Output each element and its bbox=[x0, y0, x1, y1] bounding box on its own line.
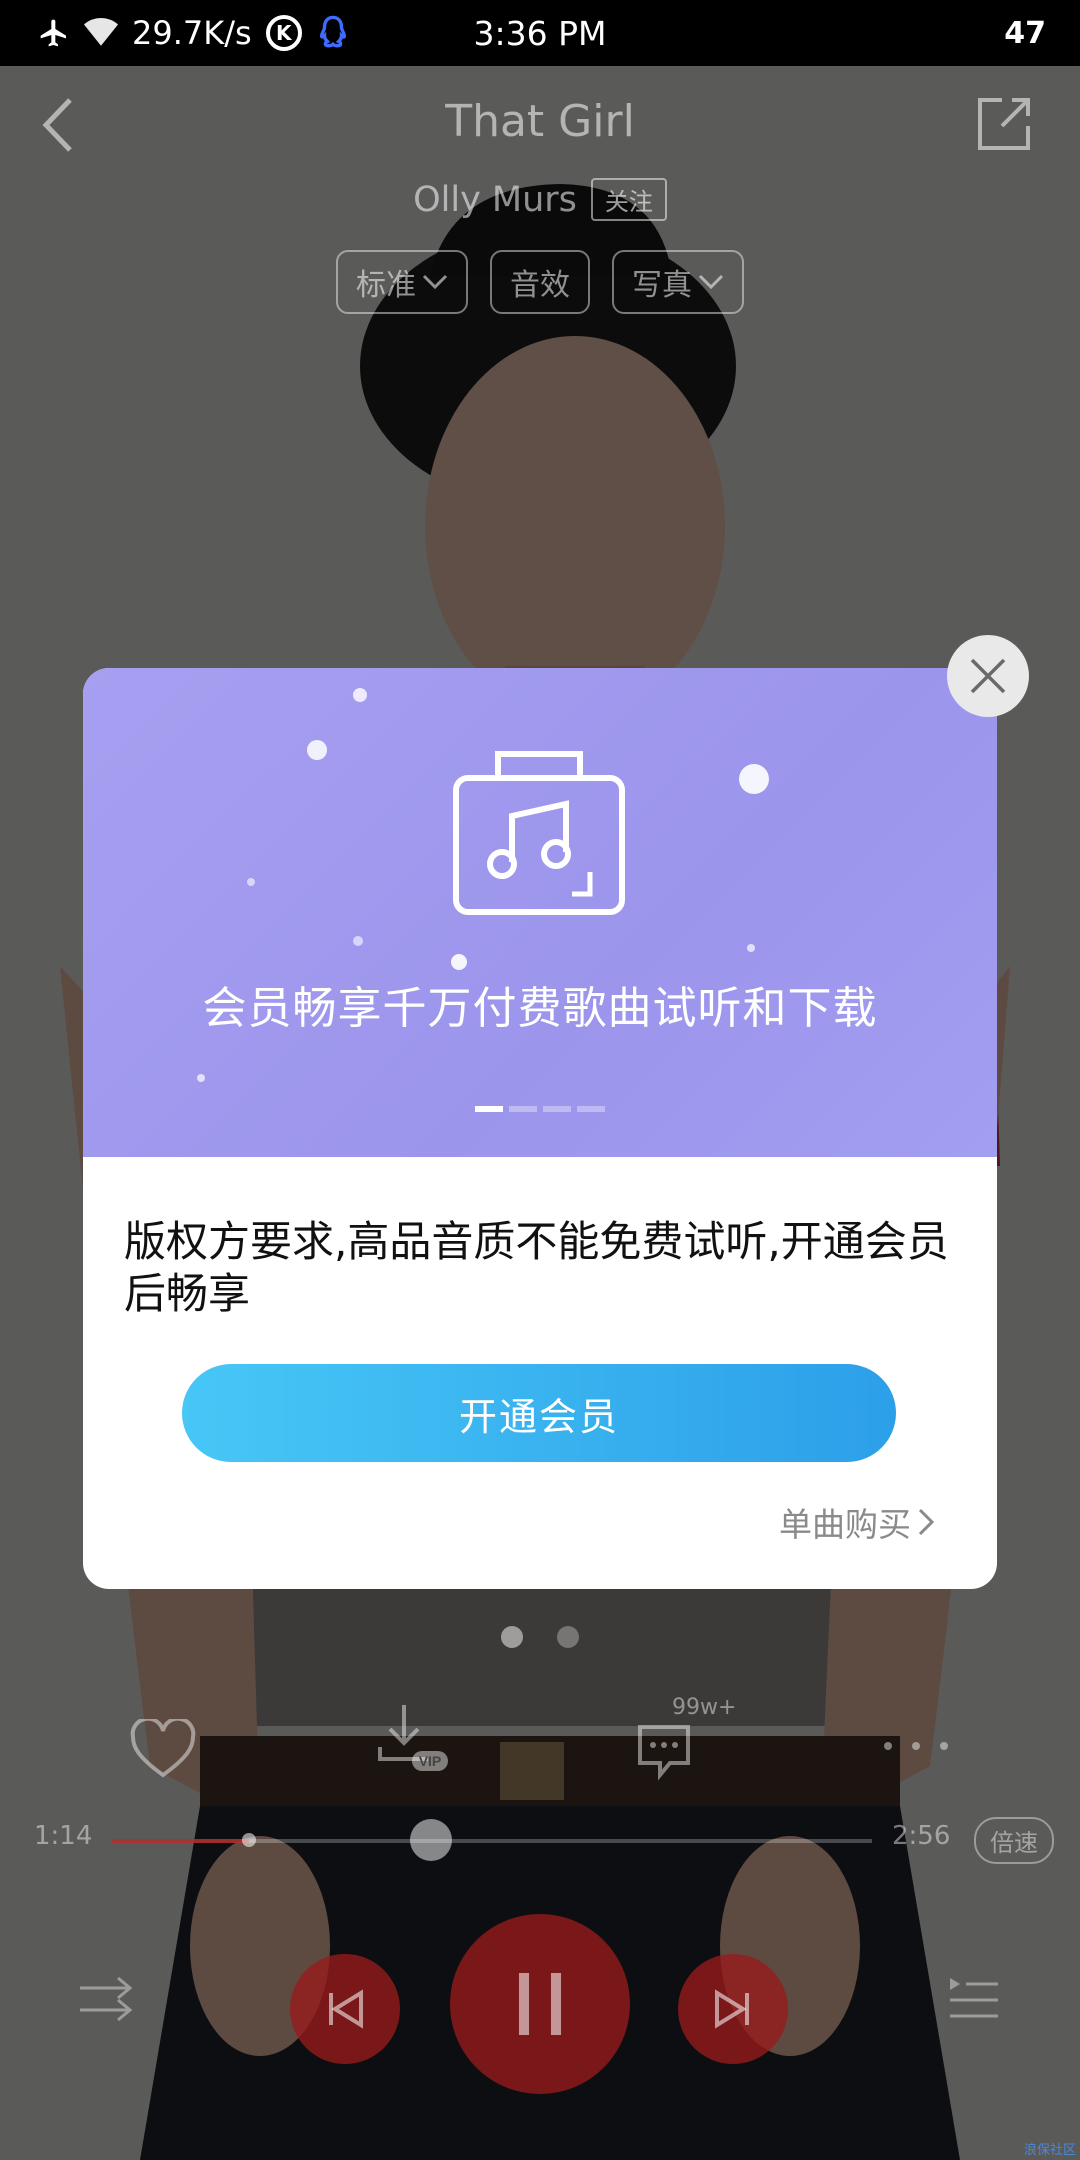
playback-controls bbox=[0, 1906, 1080, 2106]
next-button[interactable] bbox=[678, 1954, 788, 2064]
pause-button[interactable] bbox=[450, 1914, 630, 2094]
page-dot bbox=[557, 1626, 579, 1648]
song-title: That Girl bbox=[445, 96, 635, 147]
play-mode-icon[interactable] bbox=[78, 1976, 134, 2022]
snow-dot bbox=[247, 878, 255, 886]
page-dot-active bbox=[501, 1626, 523, 1648]
promo-headline: 会员畅享千万付费歌曲试听和下载 bbox=[202, 983, 878, 1034]
vip-tag: VIP bbox=[419, 1753, 442, 1769]
share-icon[interactable] bbox=[972, 92, 1036, 156]
carousel-dot bbox=[577, 1106, 605, 1112]
snow-dot bbox=[353, 936, 363, 946]
pause-icon bbox=[519, 1973, 561, 2035]
snow-dot bbox=[197, 1074, 205, 1082]
follow-button[interactable]: 关注 bbox=[590, 178, 667, 221]
snow-dot bbox=[451, 954, 467, 970]
more-dots-icon[interactable] bbox=[880, 1739, 952, 1753]
time-elapsed: 1:14 bbox=[34, 1821, 93, 1851]
previous-icon bbox=[329, 1989, 363, 2029]
battery-level: 47 bbox=[1004, 15, 1046, 51]
comment-icon[interactable] bbox=[632, 1721, 696, 1783]
comment-count: 99w+ bbox=[672, 1695, 737, 1720]
time-total: 2:56 bbox=[892, 1821, 951, 1851]
playlist-icon[interactable] bbox=[948, 1976, 1000, 2022]
carousel-dot-active bbox=[475, 1106, 503, 1112]
player-chips: 标准 音效 写真 bbox=[0, 250, 1080, 314]
progress-played bbox=[112, 1839, 249, 1843]
single-purchase-link[interactable]: 单曲购买 bbox=[779, 1498, 935, 1546]
chevron-right-icon bbox=[918, 1508, 935, 1536]
carousel-dot bbox=[543, 1106, 571, 1112]
artist-row: Olly Murs 关注 bbox=[0, 178, 1080, 221]
watermark-text: 浪保社区 bbox=[1023, 2143, 1076, 2158]
snow-dot bbox=[747, 944, 755, 952]
chevron-down-icon bbox=[698, 274, 724, 290]
sound-effect-chip[interactable]: 音效 bbox=[490, 250, 590, 314]
previous-button[interactable] bbox=[290, 1954, 400, 2064]
player-topbar: That Girl bbox=[0, 66, 1080, 186]
snow-dot bbox=[353, 688, 367, 702]
progress-row: 1:14 2:56 倍速 bbox=[0, 1811, 1080, 1871]
buffer-marker bbox=[241, 1833, 256, 1847]
single-purchase-label: 单曲购买 bbox=[779, 1505, 911, 1544]
quality-chip-label: 标准 bbox=[356, 268, 416, 303]
artist-name[interactable]: Olly Murs bbox=[413, 180, 577, 220]
heart-icon[interactable] bbox=[130, 1719, 196, 1779]
copyright-message: 版权方要求,高品音质不能免费试听,开通会员后畅享 bbox=[124, 1217, 949, 1318]
close-icon bbox=[970, 658, 1006, 694]
view-page-dots bbox=[0, 1626, 1080, 1648]
photo-chip-label: 写真 bbox=[632, 268, 692, 303]
open-vip-button[interactable]: 开通会员 bbox=[182, 1364, 896, 1462]
progress-track[interactable] bbox=[112, 1819, 872, 1861]
snow-dot bbox=[307, 740, 327, 760]
chevron-down-icon bbox=[422, 274, 448, 290]
progress-knob[interactable] bbox=[410, 1819, 453, 1861]
speed-button[interactable]: 倍速 bbox=[974, 1817, 1054, 1864]
action-row: VIP 99w+ bbox=[0, 1691, 1080, 1801]
promo-banner[interactable]: 会员畅享千万付费歌曲试听和下载 bbox=[83, 668, 997, 1157]
carousel-dot bbox=[509, 1106, 537, 1112]
vip-promo-dialog: 会员畅享千万付费歌曲试听和下载 版权方要求,高品音质不能免费试听,开通会员后畅享… bbox=[83, 668, 997, 1589]
dialog-close-button[interactable] bbox=[947, 635, 1029, 717]
next-icon bbox=[715, 1989, 749, 2029]
music-bag-icon bbox=[453, 751, 625, 915]
carousel-indicator bbox=[83, 1106, 997, 1112]
photo-chip[interactable]: 写真 bbox=[612, 250, 744, 314]
status-clock: 3:36 PM bbox=[473, 13, 607, 53]
status-bar: 29.7K/s K 3:36 PM 47 bbox=[0, 0, 1080, 66]
snow-dot bbox=[739, 764, 769, 794]
sound-effect-chip-label: 音效 bbox=[510, 268, 570, 303]
download-vip-icon[interactable]: VIP bbox=[376, 1701, 450, 1783]
quality-chip[interactable]: 标准 bbox=[336, 250, 468, 314]
